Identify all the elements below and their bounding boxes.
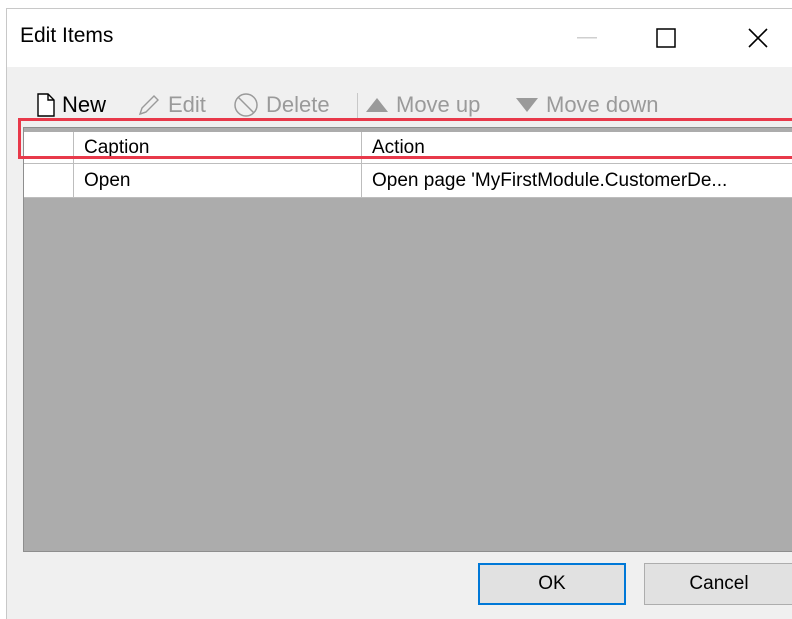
edit-items-dialog: Edit Items New Edit Delete Move up Move … <box>6 8 792 619</box>
edit-button[interactable]: Edit <box>137 85 206 125</box>
action-cell[interactable]: Open page 'MyFirstModule.CustomerDe... <box>362 164 792 197</box>
row-selector[interactable] <box>24 164 74 197</box>
toolbar-separator <box>357 93 358 119</box>
move-down-label: Move down <box>546 92 659 117</box>
title-bar: Edit Items <box>7 9 792 67</box>
delete-label: Delete <box>266 92 330 117</box>
edit-label: Edit <box>168 92 206 117</box>
triangle-down-icon <box>516 98 538 112</box>
triangle-up-icon <box>366 98 388 112</box>
caption-cell[interactable]: Open <box>74 164 362 197</box>
move-down-button[interactable]: Move down <box>515 85 659 125</box>
column-header-caption[interactable]: Caption <box>74 132 362 163</box>
minimize-button[interactable] <box>552 9 622 67</box>
cancel-button[interactable]: Cancel <box>644 563 792 605</box>
new-button[interactable]: New <box>37 85 106 125</box>
table-row[interactable]: Open Open page 'MyFirstModule.CustomerDe… <box>24 164 792 198</box>
new-label: New <box>62 92 107 117</box>
dialog-title: Edit Items <box>20 24 114 47</box>
column-header-action[interactable]: Action <box>362 132 792 163</box>
ok-button[interactable]: OK <box>478 563 626 605</box>
grid-header: Caption Action <box>24 132 792 164</box>
delete-button[interactable]: Delete <box>233 85 330 125</box>
close-icon <box>748 28 768 48</box>
new-document-icon <box>37 93 55 117</box>
move-up-label: Move up <box>396 92 481 117</box>
maximize-button[interactable] <box>631 9 701 67</box>
row-header-corner <box>24 132 74 163</box>
maximize-icon <box>656 28 676 48</box>
minimize-icon <box>577 37 597 39</box>
toolbar: New Edit Delete Move up Move down <box>7 85 792 125</box>
move-up-button[interactable]: Move up <box>365 85 480 125</box>
prohibited-icon <box>234 93 258 117</box>
items-grid[interactable]: Caption Action Open Open page 'MyFirstMo… <box>23 127 792 552</box>
close-button[interactable] <box>723 9 792 67</box>
pencil-icon <box>138 95 159 116</box>
